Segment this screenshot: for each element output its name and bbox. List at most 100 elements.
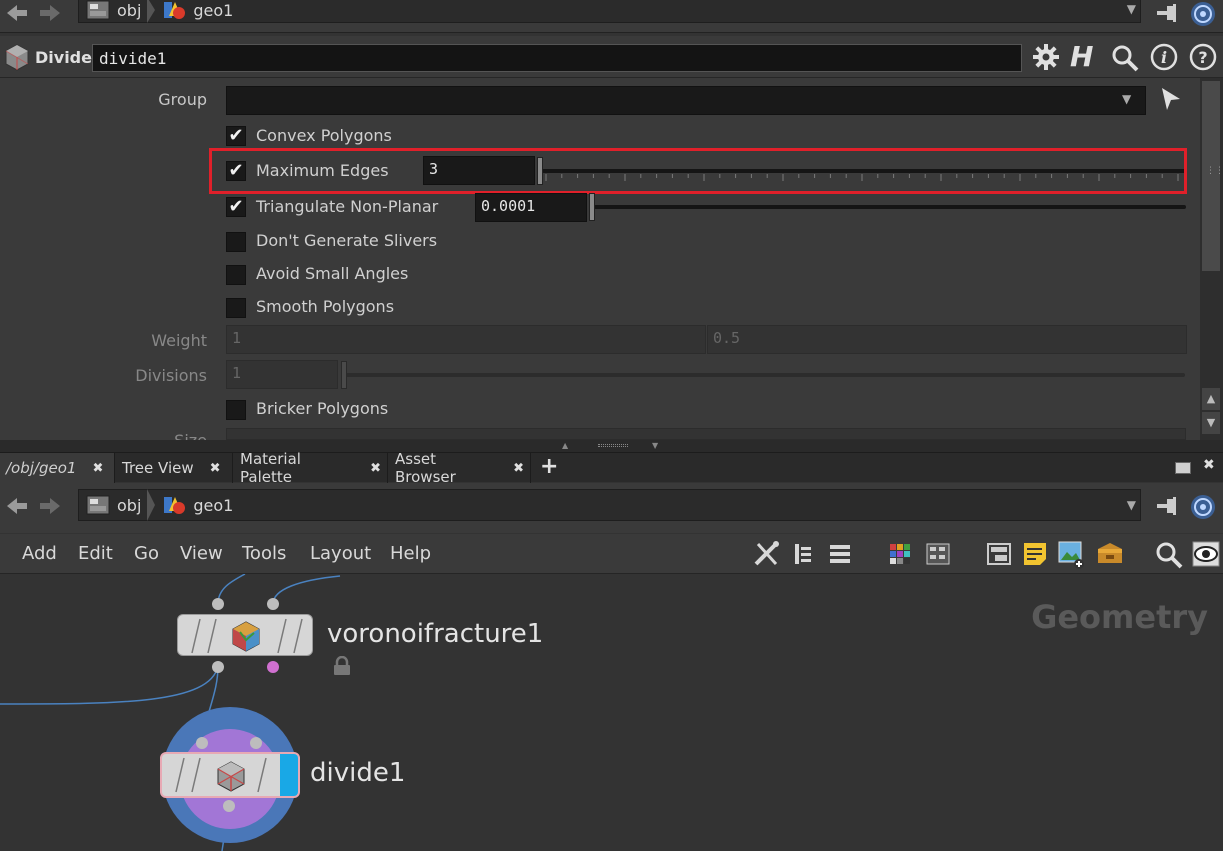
path-field[interactable]: obj geo1 ▼ [78, 0, 1141, 23]
parameter-scrollbar[interactable]: ⋮⋮ ▲ ▼ [1200, 78, 1223, 440]
smooth-polygons-checkbox[interactable] [226, 298, 246, 318]
size-fields[interactable] [226, 428, 1186, 440]
add-tab-plus-icon[interactable]: + [540, 454, 558, 479]
input-port[interactable] [212, 598, 224, 610]
network-forward-button[interactable] [35, 493, 65, 519]
color-palette-icon[interactable] [888, 542, 912, 570]
breadcrumb-geo1[interactable]: geo1 [155, 490, 239, 520]
voronoifracture1-node[interactable] [177, 614, 313, 656]
tab-network-editor[interactable]: /obj/geo1 ✖ [0, 453, 115, 483]
menu-view[interactable]: View [180, 543, 223, 564]
pane-splitter[interactable]: ▲ ▼ [0, 440, 1223, 452]
breadcrumb-obj[interactable]: obj [79, 0, 147, 22]
tools-wrench-icon[interactable] [752, 540, 782, 572]
link-target-icon[interactable] [1188, 493, 1218, 525]
output-port-secondary[interactable] [267, 661, 279, 673]
tab-material-palette[interactable]: Material Palette ✖ [234, 450, 388, 486]
voronoifracture1-label[interactable]: voronoifracture1 [327, 619, 543, 649]
scroll-up-icon[interactable]: ▲ [1202, 388, 1220, 410]
input-port[interactable] [250, 737, 262, 749]
pin-icon[interactable] [1155, 2, 1183, 28]
triangulate-slider-track[interactable] [594, 205, 1186, 209]
select-arrow-icon[interactable] [1160, 86, 1182, 116]
group-dropdown-chevron-icon[interactable]: ▼ [1122, 92, 1131, 106]
breadcrumb-geo1[interactable]: geo1 [155, 0, 239, 22]
pin-icon[interactable] [1155, 495, 1183, 521]
breadcrumb-separator [147, 489, 156, 521]
tab-tree-view[interactable]: Tree View ✖ [116, 453, 233, 483]
gear-icon[interactable] [1031, 42, 1061, 76]
network-path-field[interactable]: obj geo1 ▼ [78, 489, 1141, 521]
divisions-field[interactable]: 1 [226, 360, 338, 389]
close-icon[interactable]: ✖ [370, 461, 381, 476]
network-search-icon[interactable] [1155, 541, 1183, 573]
eye-visibility-icon[interactable] [1192, 541, 1220, 571]
scroll-down-icon[interactable]: ▼ [1202, 412, 1220, 434]
asset-box-icon[interactable] [1096, 541, 1124, 571]
splitter-down-icon[interactable]: ▼ [652, 441, 658, 450]
maximize-pane-icon[interactable] [1175, 462, 1191, 474]
question-help-icon[interactable]: ? [1189, 43, 1217, 75]
search-icon[interactable] [1110, 43, 1140, 77]
avoid-small-angles-checkbox[interactable] [226, 265, 246, 285]
list-view-icon[interactable] [828, 542, 852, 570]
divisions-slider-track[interactable] [345, 373, 1185, 377]
network-back-button[interactable] [2, 493, 32, 519]
menu-edit[interactable]: Edit [78, 543, 113, 564]
bricker-polygons-checkbox[interactable] [226, 400, 246, 420]
divisions-slider-handle[interactable] [341, 361, 347, 389]
size-label: Size [100, 431, 207, 440]
lock-icon[interactable] [333, 655, 351, 680]
divide1-label[interactable]: divide1 [310, 758, 405, 788]
shape-palette-icon[interactable] [925, 542, 951, 570]
divide1-node[interactable] [160, 752, 300, 798]
convex-polygons-checkbox[interactable]: ✔ [226, 126, 246, 146]
triangulate-tolerance-field[interactable]: 0.0001 [475, 193, 587, 222]
menu-tools[interactable]: Tools [242, 543, 286, 564]
path-dropdown-chevron-icon[interactable]: ▼ [1127, 2, 1136, 16]
menu-go[interactable]: Go [134, 543, 159, 564]
dont-generate-slivers-label: Don't Generate Slivers [256, 231, 438, 250]
menu-help[interactable]: Help [390, 543, 431, 564]
close-icon[interactable]: ✖ [210, 461, 221, 476]
checkmark-icon: ✔ [228, 196, 244, 217]
network-box-icon[interactable] [986, 542, 1012, 570]
close-icon[interactable]: ✖ [92, 461, 103, 476]
weight-field-1[interactable]: 1 [226, 325, 706, 354]
node-name-field[interactable]: divide1 [92, 44, 1022, 72]
forward-button[interactable] [35, 0, 65, 26]
path-dropdown-chevron-icon[interactable]: ▼ [1127, 498, 1136, 512]
sticky-note-icon[interactable] [1022, 541, 1048, 571]
triangulate-non-planar-checkbox[interactable]: ✔ [226, 197, 246, 217]
bricker-polygons-label: Bricker Polygons [256, 399, 389, 418]
smooth-polygons-label: Smooth Polygons [256, 297, 395, 316]
group-field[interactable] [226, 86, 1146, 115]
input-port[interactable] [267, 598, 279, 610]
voronoi-fracture-icon [230, 620, 262, 655]
info-icon[interactable]: i [1150, 43, 1178, 75]
output-port[interactable] [223, 800, 235, 812]
menu-add[interactable]: Add [22, 543, 57, 564]
close-icon[interactable]: ✖ [513, 461, 524, 476]
output-port[interactable] [212, 661, 224, 673]
splitter-grip-icon[interactable] [598, 444, 628, 447]
tab-asset-browser[interactable]: Asset Browser ✖ [389, 450, 531, 486]
background-image-icon[interactable] [1057, 540, 1087, 574]
close-pane-icon[interactable]: ✖ [1203, 457, 1215, 473]
link-target-icon[interactable] [1188, 0, 1218, 32]
svg-text:?: ? [1198, 48, 1207, 67]
help-h-icon[interactable]: H [1070, 40, 1093, 73]
splitter-up-icon[interactable]: ▲ [562, 441, 568, 450]
breadcrumb-obj[interactable]: obj [79, 490, 147, 520]
display-flag[interactable] [280, 754, 298, 796]
back-button[interactable] [2, 0, 32, 26]
network-view[interactable]: Geometry voronoifracture1 divide1 [0, 574, 1223, 851]
triangulate-slider-handle[interactable] [589, 193, 595, 221]
input-port[interactable] [196, 737, 208, 749]
dont-generate-slivers-checkbox[interactable] [226, 232, 246, 252]
tree-list-icon[interactable] [793, 542, 815, 570]
weight-label: Weight [151, 331, 207, 350]
weight-field-2[interactable]: 0.5 [707, 325, 1187, 354]
scrollbar-thumb[interactable] [1202, 81, 1220, 271]
menu-layout[interactable]: Layout [310, 543, 371, 564]
